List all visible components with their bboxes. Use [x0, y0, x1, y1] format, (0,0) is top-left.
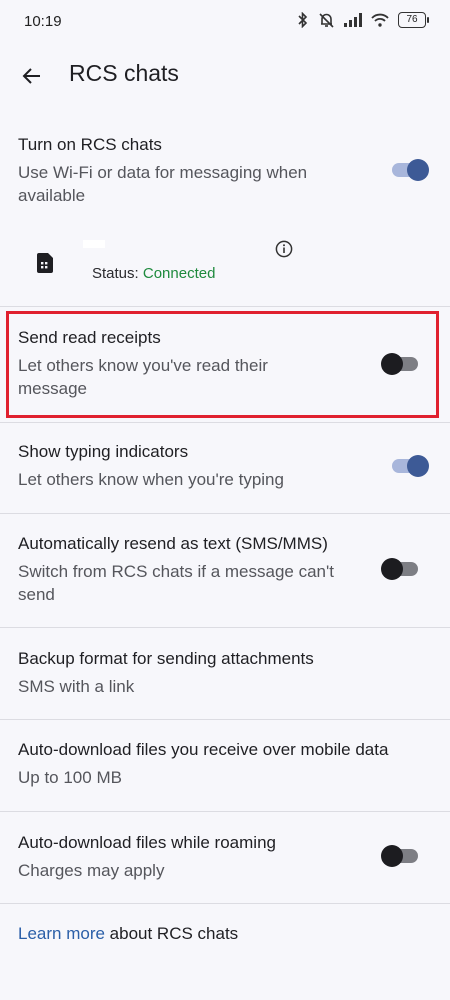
setting-roaming-title: Auto-download files while roaming: [18, 833, 276, 852]
typing-toggle[interactable]: [389, 452, 429, 480]
toggle-thumb: [407, 455, 429, 477]
status-icons: 76: [297, 12, 429, 28]
setting-rcs[interactable]: Turn on RCS chats Use Wi-Fi or data for …: [0, 122, 450, 230]
info-icon[interactable]: [275, 240, 293, 258]
sim-status-label: Status:: [92, 265, 139, 282]
setting-resend-title: Automatically resend as text (SMS/MMS): [18, 534, 328, 553]
battery-icon: 76: [398, 12, 429, 28]
learn-more-text: about RCS chats: [104, 924, 239, 943]
bluetooth-icon: [298, 12, 308, 28]
divider: [0, 719, 450, 720]
sim-status: Status: Connected: [92, 265, 215, 282]
setting-resend-subtitle: Switch from RCS chats if a message can't…: [18, 562, 334, 604]
divider: [0, 811, 450, 812]
status-bar: 10:19 76: [0, 0, 450, 44]
toggle-thumb: [381, 845, 403, 867]
divider: [0, 422, 450, 423]
sim-card-icon: [37, 253, 53, 273]
setting-backup-title: Backup format for sending attachments: [18, 649, 314, 668]
setting-autodownload-subtitle: Up to 100 MB: [18, 768, 122, 787]
wifi-icon: [371, 13, 389, 27]
learn-more-link[interactable]: Learn more: [18, 924, 105, 943]
divider: [0, 627, 450, 628]
mute-icon: [319, 13, 334, 28]
page-title: RCS chats: [69, 60, 179, 86]
app-bar: RCS chats: [0, 44, 450, 108]
setting-rcs-title: Turn on RCS chats: [18, 135, 162, 154]
divider: [0, 513, 450, 514]
divider: [0, 306, 450, 307]
toggle-thumb: [407, 159, 429, 181]
toggle-thumb: [381, 558, 403, 580]
setting-auto-download[interactable]: Auto-download files you receive over mob…: [0, 728, 450, 810]
roaming-toggle[interactable]: [381, 842, 421, 870]
divider: [0, 903, 450, 904]
status-time: 10:19: [24, 13, 62, 30]
sim-status-value: Connected: [142, 265, 216, 282]
setting-typing-title: Show typing indicators: [18, 442, 189, 461]
setting-typing-subtitle: Let others know when you're typing: [18, 470, 284, 489]
setting-backup-format[interactable]: Backup format for sending attachments SM…: [0, 636, 450, 718]
setting-autodownload-title: Auto-download files you receive over mob…: [18, 740, 389, 759]
setting-backup-subtitle: SMS with a link: [18, 677, 135, 696]
setting-auto-resend[interactable]: Automatically resend as text (SMS/MMS) S…: [0, 522, 450, 626]
setting-rcs-subtitle: Use Wi-Fi or data for messaging when ava…: [18, 163, 308, 205]
resend-toggle[interactable]: [381, 555, 421, 583]
learn-more-footer: Learn more about RCS chats: [18, 924, 238, 944]
signal-icon: [344, 13, 362, 27]
setting-typing-indicators[interactable]: Show typing indicators Let others know w…: [0, 430, 450, 512]
rcs-toggle[interactable]: [389, 156, 429, 184]
arrow-back-icon[interactable]: [20, 64, 44, 88]
setting-roaming[interactable]: Auto-download files while roaming Charge…: [0, 820, 450, 902]
sim-name-redacted: [83, 240, 105, 248]
highlight-box: [6, 311, 439, 418]
setting-roaming-subtitle: Charges may apply: [18, 861, 165, 880]
